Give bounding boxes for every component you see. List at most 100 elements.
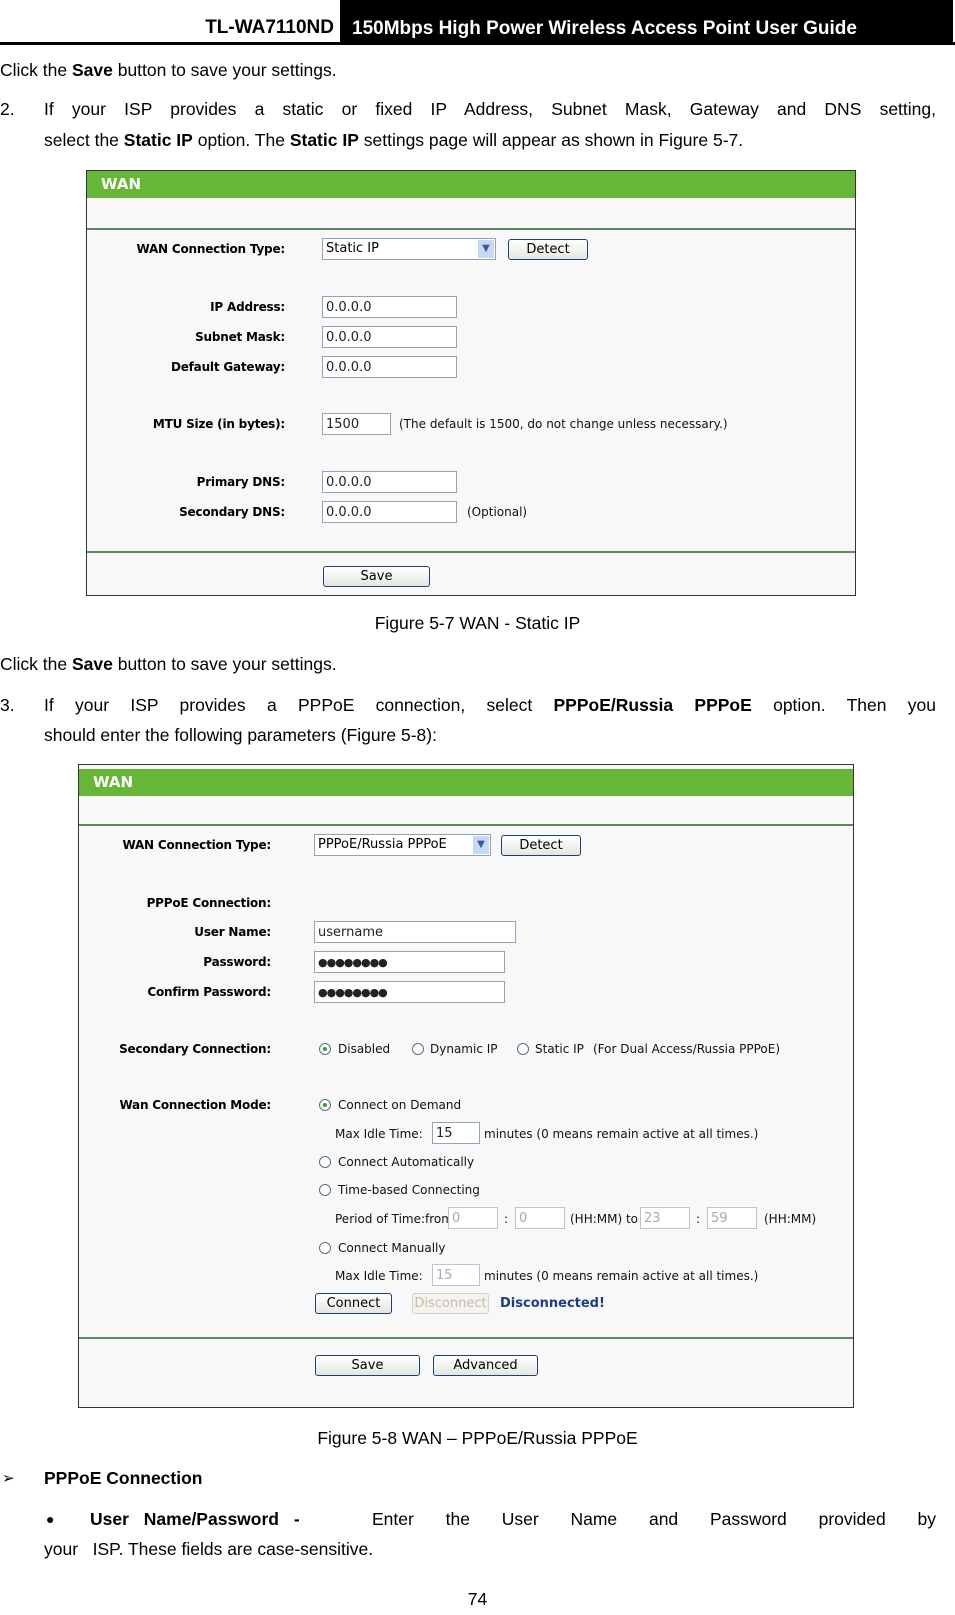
from-hour-input[interactable]: 0 — [448, 1207, 498, 1229]
figure-5-8-caption: Figure 5-8 WAN – PPPoE/Russia PPPoE — [317, 1428, 638, 1448]
step-2-line-2: select the Static IP option. The Static … — [44, 129, 743, 151]
text: Click the — [0, 654, 72, 674]
confirm-password-label: Confirm Password: — [147, 985, 271, 999]
chevron-down-icon[interactable]: ▼ — [473, 836, 489, 854]
secondary-connection-label: Secondary Connection: — [119, 1042, 271, 1056]
text: select the — [44, 130, 124, 150]
mtu-label: MTU Size (in bytes): — [152, 417, 285, 431]
text: button to save your settings. — [112, 60, 337, 80]
wan-connection-mode-label: Wan Connection Mode: — [119, 1098, 271, 1112]
step-3-number: 3. — [0, 695, 15, 715]
bold-save: Save — [71, 60, 113, 80]
username-label: User Name: — [194, 925, 271, 939]
secondary-dns-label: Secondary DNS: — [179, 505, 285, 519]
radio-secondary-dynamic-ip[interactable] — [412, 1043, 424, 1055]
radio-connect-automatically[interactable] — [319, 1156, 331, 1168]
radio-connect-manually[interactable] — [319, 1242, 331, 1254]
step-2-number: 2. — [0, 99, 15, 119]
hhmm-label: (HH:MM) — [764, 1212, 817, 1226]
max-idle-note: minutes (0 means remain active at all ti… — [484, 1127, 759, 1141]
connection-type-select[interactable]: Static IP ▼ — [322, 238, 496, 260]
username-input[interactable]: username — [314, 921, 516, 943]
colon: : — [504, 1212, 509, 1226]
bold-static-ip: Static IP — [123, 130, 193, 150]
disconnect-button[interactable]: Disconnect — [412, 1293, 489, 1314]
model-text: TL-WA7110ND — [205, 17, 334, 38]
max-idle-time-input[interactable]: 15 — [432, 1122, 480, 1144]
item-description-line-2: your ISP. These fields are case-sensitiv… — [44, 1539, 374, 1559]
option-label: Connect Automatically — [338, 1155, 475, 1169]
figure-5-7-caption: Figure 5-7 WAN - Static IP — [374, 613, 581, 633]
connection-type-label: WAN Connection Type: — [122, 838, 271, 852]
max-idle-time-manual-input[interactable]: 15 — [432, 1264, 480, 1286]
mtu-input[interactable]: 1500 — [322, 413, 391, 435]
save-instruction-2: Click the Save button to save your setti… — [0, 653, 337, 675]
to-minute-input[interactable]: 59 — [707, 1207, 757, 1229]
header-rule — [0, 42, 955, 45]
step-3-line-1: If your ISP provides a PPPoE connection,… — [44, 694, 936, 716]
text: option. The — [192, 130, 290, 150]
detect-button[interactable]: Detect — [508, 239, 588, 260]
radio-secondary-disabled[interactable] — [319, 1043, 331, 1055]
text: option. Then you — [751, 695, 936, 715]
save-button[interactable]: Save — [315, 1355, 420, 1376]
default-gateway-label: Default Gateway: — [170, 360, 285, 374]
detect-button[interactable]: Detect — [501, 835, 581, 856]
password-label: Password: — [203, 955, 271, 969]
dot-bullet-icon: ● — [46, 1511, 55, 1527]
max-idle-label: Max Idle Time: — [335, 1269, 423, 1283]
step-3-line-2: should enter the following parameters (F… — [44, 725, 437, 745]
panel-title-bar: WAN — [79, 769, 853, 796]
advanced-button[interactable]: Advanced — [433, 1355, 538, 1376]
divider — [87, 551, 855, 553]
connection-type-select[interactable]: PPPoE/Russia PPPoE ▼ — [314, 834, 491, 856]
connection-status: Disconnected! — [500, 1296, 605, 1311]
option-label: Disabled — [338, 1042, 391, 1056]
period-label: Period of Time:from — [335, 1212, 453, 1226]
optional-note: (Optional) — [467, 505, 528, 519]
colon: : — [696, 1212, 701, 1226]
option-label: Dynamic IP — [430, 1042, 498, 1056]
chevron-down-icon[interactable]: ▼ — [478, 240, 494, 258]
section-title: PPPoE Connection — [44, 1468, 203, 1488]
text: button to save your settings. — [112, 654, 337, 674]
default-gateway-input[interactable]: 0.0.0.0 — [322, 356, 457, 378]
divider — [79, 1337, 853, 1339]
select-value: PPPoE/Russia PPPoE — [318, 837, 447, 852]
from-minute-input[interactable]: 0 — [515, 1207, 565, 1229]
hhmm-to-label: (HH:MM) to — [570, 1212, 639, 1226]
max-idle-label: Max Idle Time: — [335, 1127, 423, 1141]
confirm-password-input[interactable]: ●●●●●●●● — [314, 981, 505, 1003]
page-number: 74 — [467, 1589, 488, 1609]
connection-type-label: WAN Connection Type: — [136, 242, 285, 256]
save-button[interactable]: Save — [323, 566, 430, 587]
max-idle-note: minutes (0 means remain active at all ti… — [484, 1269, 759, 1283]
bold-pppoe: PPPoE/Russia PPPoE — [553, 695, 752, 715]
arrow-bullet-icon: ➢ — [2, 1470, 15, 1487]
password-input[interactable]: ●●●●●●●● — [314, 951, 505, 973]
bold-static-ip: Static IP — [289, 130, 359, 150]
step-2-line-1: If your ISP provides a static or fixed I… — [44, 99, 936, 119]
document-title: 150Mbps High Power Wireless Access Point… — [352, 18, 857, 39]
primary-dns-input[interactable]: 0.0.0.0 — [322, 471, 457, 493]
item-term: User Name/Password - — [90, 1509, 300, 1529]
option-label: Connect Manually — [338, 1241, 446, 1255]
wan-pppoe-panel: WAN WAN Connection Type: PPPoE/Russia PP… — [78, 764, 854, 1408]
wan-static-ip-panel: WAN WAN Connection Type: Static IP ▼ Det… — [86, 170, 856, 596]
secondary-dns-input[interactable]: 0.0.0.0 — [322, 501, 457, 523]
radio-time-based-connecting[interactable] — [319, 1184, 331, 1196]
secondary-note: (For Dual Access/Russia PPPoE) — [593, 1042, 781, 1056]
to-hour-input[interactable]: 23 — [640, 1207, 690, 1229]
subnet-mask-input[interactable]: 0.0.0.0 — [322, 326, 457, 348]
document-model-label: TL-WA7110ND — [0, 0, 340, 42]
connect-button[interactable]: Connect — [315, 1293, 392, 1314]
option-label: Connect on Demand — [338, 1098, 462, 1112]
item-description-line-1: Enter the User Name and Password provide… — [372, 1509, 936, 1529]
panel-title-bar: WAN — [87, 171, 855, 198]
document-title-bar: 150Mbps High Power Wireless Access Point… — [340, 0, 953, 42]
radio-connect-on-demand[interactable] — [319, 1099, 331, 1111]
radio-secondary-static-ip[interactable] — [517, 1043, 529, 1055]
ip-address-input[interactable]: 0.0.0.0 — [322, 296, 457, 318]
text: Click the — [0, 60, 72, 80]
subnet-mask-label: Subnet Mask: — [195, 330, 285, 344]
